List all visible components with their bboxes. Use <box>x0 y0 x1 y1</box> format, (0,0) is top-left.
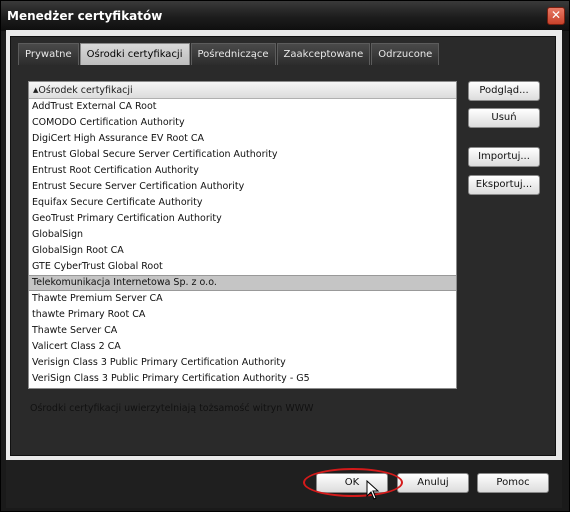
title-bar[interactable]: Menedżer certyfikatów ✕ <box>1 1 569 31</box>
list-item[interactable]: Entrust Global Secure Server Certificati… <box>29 147 456 163</box>
delete-button[interactable]: Usuń <box>468 108 540 128</box>
import-button[interactable]: Importuj... <box>468 147 540 167</box>
list-item[interactable]: DigiCert High Assurance EV Root CA <box>29 131 456 147</box>
list-item[interactable]: thawte Primary Root CA <box>29 307 456 323</box>
list-column-header[interactable]: ▲Ośrodek certyfikacji <box>29 82 456 99</box>
list-item[interactable]: GlobalSign <box>29 227 456 243</box>
mouse-pointer-icon <box>366 480 380 500</box>
tab-bar: Prywatne Ośrodki certyfikacji Pośrednicz… <box>18 43 440 65</box>
list-item[interactable]: Entrust Root Certification Authority <box>29 163 456 179</box>
list-item[interactable]: GlobalSign Root CA <box>29 243 456 259</box>
list-item[interactable]: Thawte Server CA <box>29 323 456 339</box>
list-item[interactable]: COMODO Certification Authority <box>29 115 456 131</box>
tab-prywatne[interactable]: Prywatne <box>18 43 79 65</box>
cancel-button[interactable]: Anuluj <box>397 473 469 493</box>
list-item[interactable]: GeoTrust Primary Certification Authority <box>29 211 456 227</box>
tab-odrzucone[interactable]: Odrzucone <box>371 43 440 65</box>
help-button[interactable]: Pomoc <box>477 473 549 493</box>
preview-button[interactable]: Podgląd... <box>468 81 540 101</box>
list-header-label: Ośrodek certyfikacji <box>38 85 133 96</box>
window-title: Menedżer certyfikatów <box>7 9 163 23</box>
list-item[interactable]: Verisign Class 3 Public Primary Certific… <box>29 355 456 371</box>
highlight-ring <box>303 468 403 497</box>
tab-osrodki-certyfikacji[interactable]: Ośrodki certyfikacji <box>79 43 190 65</box>
export-button[interactable]: Eksportuj... <box>468 175 540 195</box>
tab-zaakceptowane[interactable]: Zaakceptowane <box>276 43 371 65</box>
close-icon[interactable]: ✕ <box>547 7 565 25</box>
tab-posredniczace[interactable]: Pośredniczące <box>190 43 276 65</box>
list-item-selected[interactable]: Telekomunikacja Internetowa Sp. z o.o. <box>29 275 456 291</box>
list-item[interactable]: AddTrust External CA Root <box>29 99 456 115</box>
description-text: Ośrodki certyfikacji uwierzytelniają toż… <box>30 403 314 414</box>
list-item[interactable]: GTE CyberTrust Global Root <box>29 259 456 275</box>
list-item[interactable]: Thawte Premium Server CA <box>29 291 456 307</box>
list-item[interactable]: Valicert Class 2 CA <box>29 339 456 355</box>
certificate-authority-list[interactable]: ▲Ośrodek certyfikacji AddTrust External … <box>28 81 457 389</box>
list-item[interactable]: Entrust Secure Server Certification Auth… <box>29 179 456 195</box>
list-item[interactable]: Equifax Secure Certificate Authority <box>29 195 456 211</box>
list-item[interactable]: VeriSign Class 3 Public Primary Certific… <box>29 371 456 387</box>
